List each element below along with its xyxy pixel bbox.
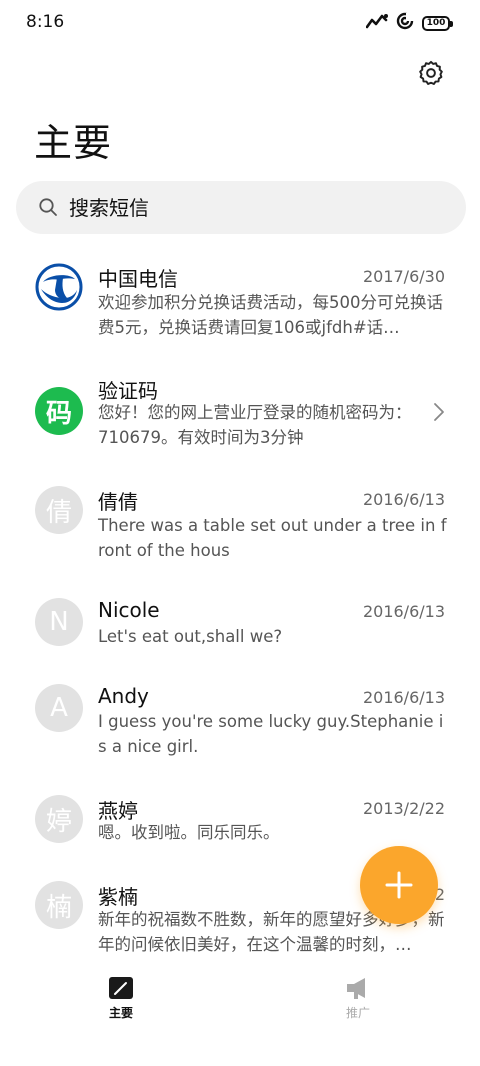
plus-icon bbox=[385, 871, 413, 899]
tab-promotions-label: 推广 bbox=[345, 1006, 370, 1020]
message-date: 2016/6/13 bbox=[362, 490, 445, 509]
status-icons: 100 bbox=[365, 12, 453, 34]
compose-button[interactable] bbox=[360, 846, 438, 924]
message-preview: I guess you're some lucky guy.Stephanie … bbox=[98, 712, 444, 756]
message-sender: Andy bbox=[98, 684, 149, 708]
tab-main[interactable]: 主要 bbox=[91, 976, 151, 1030]
wifi-icon bbox=[396, 12, 414, 34]
status-bar: 8:16 100 bbox=[0, 0, 480, 46]
search-input[interactable] bbox=[69, 195, 429, 220]
message-sender: Nicole bbox=[98, 598, 160, 622]
tab-promotions[interactable]: 推广 bbox=[328, 976, 388, 1030]
message-preview: There was a table set out under a tree i… bbox=[98, 516, 447, 560]
avatar: 倩 bbox=[35, 486, 83, 534]
battery-icon: 100 bbox=[422, 15, 453, 31]
message-preview: 欢迎参加积分兑换话费活动，每500分可兑换话费5元，兑换话费请回复106或jfd… bbox=[98, 293, 443, 337]
message-item[interactable]: A Andy 2016/6/13 I guess you're some luc… bbox=[0, 673, 480, 773]
message-sender: 紫楠 bbox=[98, 885, 138, 909]
avatar: N bbox=[35, 598, 83, 646]
settings-button[interactable] bbox=[416, 58, 446, 88]
page-title: 主要 bbox=[34, 121, 113, 165]
compose-note-icon bbox=[109, 977, 133, 999]
search-bar[interactable] bbox=[16, 181, 466, 234]
status-time: 8:16 bbox=[26, 12, 65, 32]
message-date: 2013/2/22 bbox=[362, 799, 445, 818]
chevron-right-icon bbox=[434, 403, 444, 421]
message-date: 2016/6/13 bbox=[362, 688, 445, 707]
megaphone-icon bbox=[347, 978, 365, 999]
avatar: A bbox=[35, 684, 83, 732]
signal-icon bbox=[365, 12, 388, 34]
message-sender: 中国电信 bbox=[98, 267, 178, 291]
message-preview: 嗯。收到啦。同乐同乐。 bbox=[98, 823, 280, 842]
avatar: 楠 bbox=[35, 881, 83, 929]
message-item[interactable]: 码 验证码 您好！您的网上营业厅登录的随机密码为：710679。有效时间为3分钟 bbox=[0, 363, 480, 463]
message-item[interactable]: 倩 倩倩 2016/6/13 There was a table set out… bbox=[0, 474, 480, 574]
china-telecom-logo-icon bbox=[35, 263, 83, 311]
message-item[interactable]: N Nicole 2016/6/13 Let's eat out,shall w… bbox=[0, 587, 480, 662]
message-date: 2016/6/13 bbox=[362, 602, 445, 621]
avatar: 婷 bbox=[35, 795, 83, 843]
search-icon bbox=[38, 197, 60, 219]
bottom-nav bbox=[0, 955, 480, 1066]
avatar: 码 bbox=[35, 387, 83, 435]
battery-level: 100 bbox=[426, 17, 446, 28]
message-sender: 倩倩 bbox=[98, 490, 138, 514]
gear-icon bbox=[419, 60, 443, 85]
message-date: 2017/6/30 bbox=[362, 267, 445, 286]
message-preview: Let's eat out,shall we? bbox=[98, 627, 283, 646]
message-item[interactable]: 中国电信 2017/6/30 欢迎参加积分兑换话费活动，每500分可兑换话费5元… bbox=[0, 252, 480, 352]
tab-main-label: 主要 bbox=[108, 1006, 133, 1020]
message-preview: 您好！您的网上营业厅登录的随机密码为：710679。有效时间为3分钟 bbox=[98, 403, 412, 447]
